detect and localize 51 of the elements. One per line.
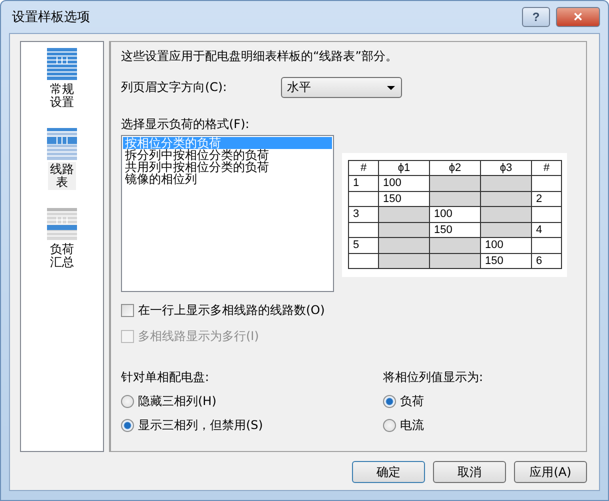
table-cell: 150 [378, 191, 430, 206]
radio-label: 隐藏三相列(H) [138, 393, 216, 410]
table-cell: 150 [430, 222, 480, 238]
description-text: 这些设置应用于配电盘明细表样板的“线路表”部分。 [121, 48, 398, 65]
dialog-button[interactable]: 确定 [352, 461, 425, 483]
table-cell [532, 176, 562, 191]
table-cell: 100 [480, 238, 532, 253]
table-cell: 100 [378, 176, 430, 191]
table-cell [532, 206, 562, 222]
radio-button[interactable] [383, 419, 396, 432]
list-item[interactable]: 共用列中按相位分类的负荷 [123, 161, 332, 173]
list-label: 选择显示负荷的格式(F): [121, 117, 250, 131]
sidebar-item[interactable]: 负荷汇总 [48, 242, 76, 270]
field-label: 列页眉文字方向(C): [121, 79, 228, 96]
help-button[interactable]: ? [522, 7, 550, 27]
list-item[interactable]: 镜像的相位列 [123, 173, 332, 185]
radio-button[interactable] [121, 395, 134, 408]
table-cell: 100 [430, 206, 480, 222]
table-cell [348, 253, 378, 268]
table-cell [532, 238, 562, 253]
dropdown-arrow-icon [387, 86, 395, 90]
table-cell: 5 [348, 238, 378, 253]
group-label: 针对单相配电盘: [121, 369, 210, 386]
table-icon [47, 48, 77, 80]
window-title: 设置样板选项 [12, 9, 91, 26]
sidebar-item[interactable]: 常规设置 [48, 82, 76, 110]
sidebar-item[interactable]: 线路表 [48, 162, 76, 190]
table-cell [348, 191, 378, 206]
table-cell: 4 [532, 222, 562, 238]
table-icon [47, 208, 77, 240]
table-cell [348, 222, 378, 238]
list-item[interactable]: 拆分列中按相位分类的负荷 [123, 149, 332, 161]
checkbox-label: 在一行上显示多相线路的线路数(O) [138, 302, 325, 319]
radio-label: 电流 [400, 417, 424, 434]
group-label: 将相位列值显示为: [383, 369, 484, 386]
table-cell: 1 [348, 176, 378, 191]
radio-label: 显示三相列，但禁用(S) [138, 417, 263, 434]
column-header: # [348, 160, 378, 176]
radio-button[interactable] [383, 395, 396, 408]
table-icon [47, 128, 77, 160]
radio-label: 负荷 [400, 393, 424, 410]
dialog-button[interactable]: 应用(A) [514, 461, 587, 483]
dialog-button[interactable]: 取消 [433, 461, 506, 483]
direction-dropdown[interactable]: 水平 [281, 77, 402, 98]
table-cell: 2 [532, 191, 562, 206]
checkbox-label: 多相线路显示为多行(I) [138, 328, 259, 345]
checkbox[interactable] [121, 304, 134, 317]
table-cell: 6 [532, 253, 562, 268]
radio-button[interactable] [121, 419, 134, 432]
table-cell: 150 [480, 253, 532, 268]
table-cell: 3 [348, 206, 378, 222]
